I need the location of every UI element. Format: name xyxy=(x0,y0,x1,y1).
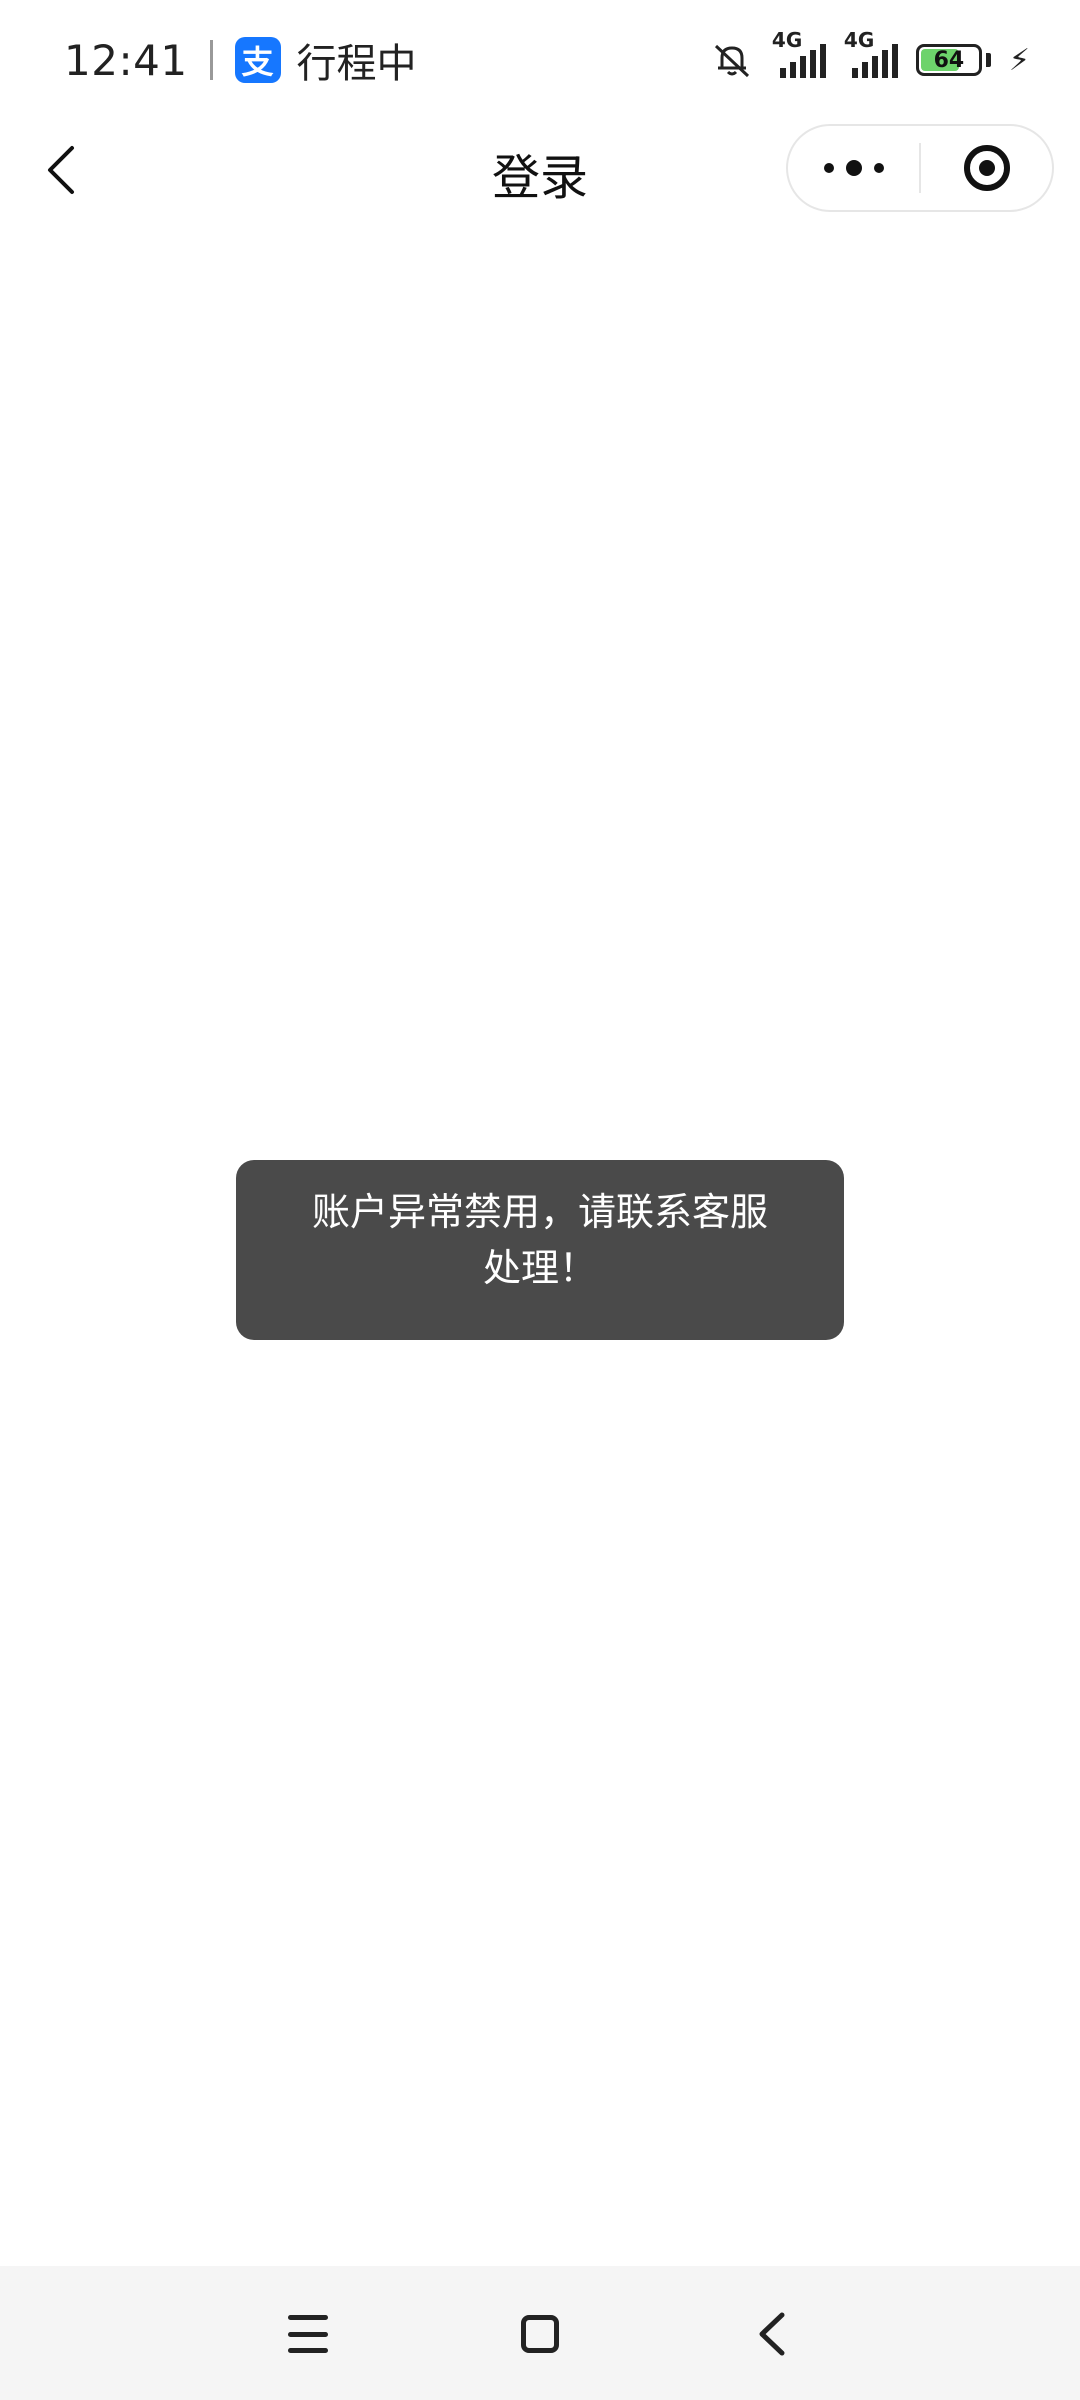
status-left: 12:41 支 行程中 xyxy=(64,31,417,89)
target-core xyxy=(978,160,995,176)
battery-level: 64 xyxy=(933,47,965,73)
signal-strength-1: 4G xyxy=(772,28,826,78)
charging-bolt-icon: ⚡ xyxy=(1008,42,1030,78)
signal-bar xyxy=(851,68,858,78)
close-mini-program-button[interactable] xyxy=(921,126,1052,210)
more-options-button[interactable] xyxy=(788,126,919,210)
menu-line xyxy=(288,2331,328,2337)
battery-icon: 64 xyxy=(915,44,982,76)
status-right: 4G 4G 64 ⚡ xyxy=(710,28,1030,82)
target-circle-icon xyxy=(963,145,1010,191)
status-separator xyxy=(209,40,213,80)
toast-message: 账户异常禁用，请联系客服 处理！ xyxy=(236,1160,844,1340)
signal-bar xyxy=(779,68,786,78)
alipay-app-icon: 支 xyxy=(234,37,281,83)
system-navigation-bar xyxy=(0,2266,1080,2400)
home-button[interactable] xyxy=(508,2302,572,2366)
trip-status-text: 行程中 xyxy=(296,41,417,87)
toast-text-line-2: 处理！ xyxy=(482,1246,597,1290)
status-bar: 12:41 支 行程中 4G 4G 64 ⚡ xyxy=(0,0,1080,120)
system-back-button[interactable] xyxy=(740,2302,804,2366)
recent-apps-button[interactable] xyxy=(276,2302,340,2366)
more-dot-icon xyxy=(823,163,834,173)
signal-bar xyxy=(881,50,888,78)
signal-bar xyxy=(861,62,868,78)
signal-bar xyxy=(799,56,806,78)
toast-text-line-1: 账户异常禁用，请联系客服 xyxy=(311,1190,768,1234)
signal-bar xyxy=(871,56,878,78)
more-dot-icon xyxy=(845,160,862,176)
signal-strength-2: 4G xyxy=(844,28,898,78)
home-square-icon xyxy=(521,2315,559,2353)
menu-line xyxy=(288,2315,328,2320)
status-time: 12:41 xyxy=(64,35,188,85)
signal-bar xyxy=(891,44,898,78)
menu-lines-icon xyxy=(288,2315,328,2353)
network-type-label-2: 4G xyxy=(843,28,875,52)
mute-bell-icon xyxy=(714,44,749,78)
signal-bar xyxy=(809,50,816,78)
menu-line xyxy=(288,2348,328,2353)
battery-tip xyxy=(985,53,991,67)
more-dot-icon xyxy=(873,163,884,173)
signal-bar xyxy=(789,62,796,78)
mini-program-capsule xyxy=(786,124,1054,212)
navigation-bar: 登录 xyxy=(0,120,1080,220)
signal-bar xyxy=(819,44,826,78)
system-back-chevron-icon xyxy=(759,2312,785,2356)
network-type-label-1: 4G xyxy=(771,28,803,52)
